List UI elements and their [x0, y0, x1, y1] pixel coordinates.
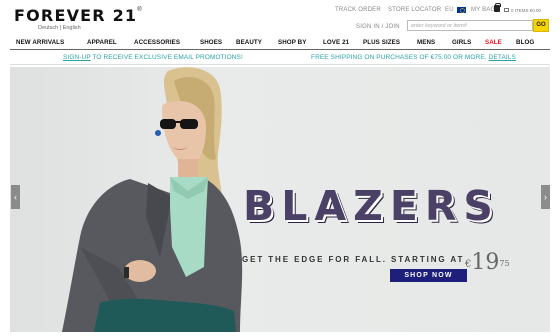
- track-order-link[interactable]: TRACK ORDER: [335, 7, 381, 13]
- cart-icon: [504, 8, 509, 12]
- signup-text: TO RECEIVE EXCLUSIVE EMAIL PROMOTIONS!: [90, 54, 243, 61]
- details-link[interactable]: DETAILS: [489, 54, 516, 61]
- nav-item-new-arrivals[interactable]: NEW ARRIVALS: [16, 39, 64, 46]
- bag-items-count: 0 ITEMS €0.00: [511, 8, 542, 13]
- shipping-promo: FREE SHIPPING ON PURCHASES OF €75.00 OR …: [311, 54, 516, 61]
- nav-divider: [10, 49, 550, 50]
- sunglasses-right-lens: [180, 119, 198, 129]
- hero-headline: BLAZERS: [243, 182, 500, 230]
- nav-item-accessories[interactable]: ACCESSORIES: [134, 39, 180, 46]
- shop-now-button[interactable]: SHOP NOW: [390, 269, 467, 282]
- carousel-next-button[interactable]: ›: [541, 185, 550, 209]
- lang-deutsch-link[interactable]: Deutsch: [38, 25, 58, 31]
- nav-item-blog[interactable]: BLOG: [516, 39, 534, 46]
- sunglasses-bridge: [175, 121, 181, 123]
- nav-item-apparel[interactable]: APPAREL: [87, 39, 117, 46]
- eu-flag-icon[interactable]: [457, 7, 466, 13]
- logo-text: FOREVER 21: [14, 6, 138, 25]
- site-header: FOREVER 21® Deutsch | English TRACK ORDE…: [0, 0, 560, 38]
- lang-separator: |: [59, 25, 62, 31]
- nav-item-love-21[interactable]: LOVE 21: [323, 39, 349, 46]
- earring-shape: [155, 130, 161, 136]
- nav-item-girls[interactable]: GIRLS: [452, 39, 471, 46]
- store-locator-link[interactable]: STORE LOCATOR: [388, 7, 441, 13]
- nav-item-beauty[interactable]: BEAUTY: [236, 39, 262, 46]
- signup-link[interactable]: SIGN-UP: [63, 54, 91, 61]
- region-label[interactable]: EU: [445, 7, 454, 13]
- main-nav: NEW ARRIVALS APPAREL ACCESSORIES SHOES B…: [0, 38, 560, 48]
- search-go-button[interactable]: GO: [533, 19, 549, 32]
- language-switcher: Deutsch | English: [38, 25, 81, 31]
- hero-tagline: GET THE EDGE FOR FALL. STARTING AT: [242, 255, 465, 264]
- email-promo: SIGN-UP TO RECEIVE EXCLUSIVE EMAIL PROMO…: [63, 54, 243, 61]
- my-bag-link[interactable]: MY BAG: [471, 7, 495, 13]
- bracelet-shape: [124, 267, 129, 278]
- hero-banner[interactable]: BLAZERS GET THE EDGE FOR FALL. STARTING …: [10, 67, 550, 332]
- nav-item-plus-sizes[interactable]: PLUS SIZES: [363, 39, 400, 46]
- nav-item-shoes[interactable]: SHOES: [200, 39, 222, 46]
- price-whole: 19: [471, 250, 500, 275]
- nav-item-mens[interactable]: MENS: [417, 39, 435, 46]
- nav-item-shop-by[interactable]: SHOP BY: [278, 39, 306, 46]
- carousel-prev-button[interactable]: ‹: [11, 185, 20, 209]
- shopping-bag-icon[interactable]: [494, 3, 501, 12]
- hero-price: €1975: [465, 251, 510, 275]
- sunglasses-left-lens: [160, 119, 176, 129]
- promo-divider: [10, 64, 550, 65]
- sign-in-join-link[interactable]: SIGN IN / JOIN: [356, 24, 400, 30]
- logo[interactable]: FOREVER 21®: [14, 7, 142, 26]
- price-cents: 75: [499, 259, 510, 268]
- search-input[interactable]: [407, 20, 533, 31]
- face-shape: [162, 101, 206, 166]
- nav-item-sale[interactable]: SALE: [485, 39, 502, 46]
- shipping-text: FREE SHIPPING ON PURCHASES OF €75.00 OR …: [311, 54, 489, 61]
- lang-english-link[interactable]: English: [63, 25, 81, 31]
- logo-registered-mark: ®: [137, 7, 142, 13]
